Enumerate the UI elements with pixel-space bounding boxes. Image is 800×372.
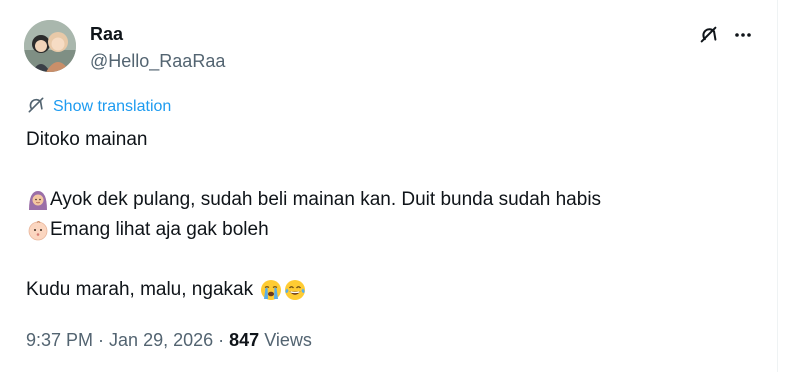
author-handle[interactable]: @Hello_RaaRaa: [90, 51, 225, 72]
author-name[interactable]: Raa: [90, 24, 123, 45]
tweet-text: Ditoko mainan Ayok dek pulang, sudah bel…: [26, 125, 766, 305]
tweet-line: Kudu marah, malu, ngakak: [26, 275, 766, 305]
face-with-tears-of-joy-emoji: [283, 278, 307, 302]
more-button[interactable]: [730, 24, 756, 50]
tweet-time[interactable]: 9:37 PM: [26, 330, 93, 350]
grok-button[interactable]: [696, 24, 722, 50]
views-label: Views: [259, 330, 312, 350]
avatar[interactable]: [24, 20, 76, 72]
tweet-line-text: Kudu marah, malu, ngakak: [26, 279, 254, 300]
grok-icon: [698, 24, 720, 51]
woman-with-headscarf-emoji: [26, 188, 50, 212]
tweet-line: Ditoko mainan: [26, 129, 148, 150]
tweet-line: Emang lihat aja gak boleh: [26, 215, 766, 245]
tweet-date[interactable]: Jan 29, 2026: [109, 330, 213, 350]
tweet-line-text: Emang lihat aja gak boleh: [50, 219, 269, 240]
translate-icon: [26, 95, 46, 120]
show-translation-link[interactable]: Show translation: [26, 96, 171, 118]
more-dots-icon: [733, 25, 753, 50]
loudly-crying-face-emoji: [259, 278, 283, 302]
tweet-line-text: Ayok dek pulang, sudah beli mainan kan. …: [50, 189, 602, 210]
show-translation-label: Show translation: [53, 98, 172, 115]
baby-emoji: [26, 218, 50, 242]
tweet-line: Ayok dek pulang, sudah beli mainan kan. …: [26, 185, 766, 215]
tweet-meta: 9:37 PM · Jan 29, 2026 · 847 Views: [26, 330, 312, 350]
views-count[interactable]: 847: [229, 330, 259, 350]
tweet-card: Raa @Hello_RaaRaa Show translation Ditok…: [0, 0, 778, 372]
